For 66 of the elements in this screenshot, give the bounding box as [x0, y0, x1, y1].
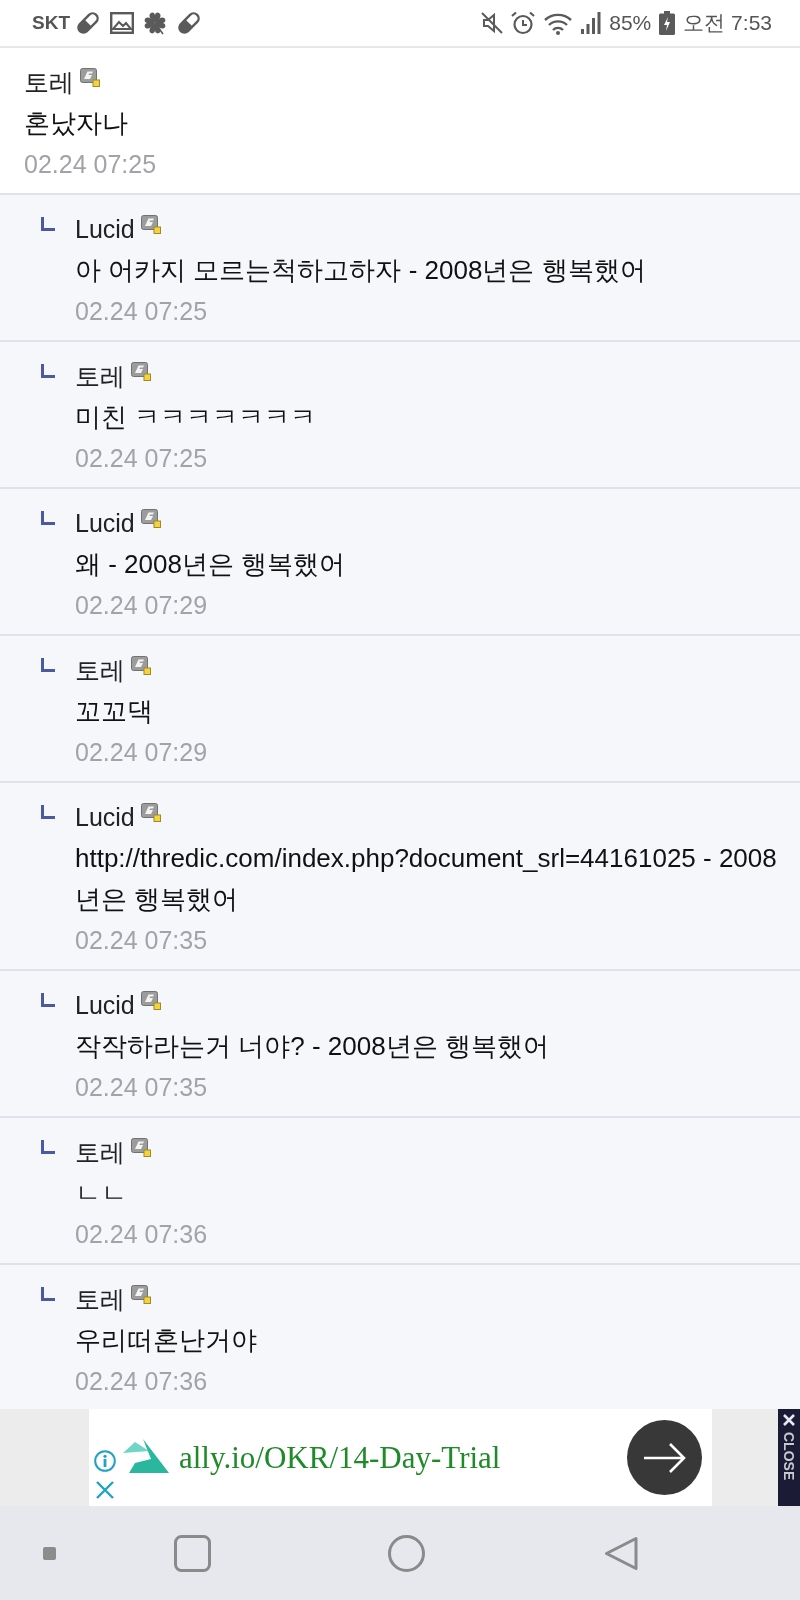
comment-text: 우리떠혼난거야 — [75, 1324, 258, 1357]
badge-icon — [140, 509, 161, 528]
comment-text: http://thredic.com/index.php?document_srl=44161025 - 2008년은 행복했어 — [75, 842, 778, 916]
carrier-name: SKT — [32, 12, 70, 34]
comment-text: 왜 - 2008년은 행복했어 — [75, 548, 347, 581]
clock: 오전 7:53 — [683, 10, 772, 36]
comment-text: 미친 ㅋㅋㅋㅋㅋㅋㅋ — [75, 401, 318, 434]
author-name: 토레 — [75, 361, 125, 392]
logo-icon — [123, 1438, 169, 1473]
comment-date: 02.24 07:29 — [75, 737, 209, 768]
back-icon[interactable] — [603, 1534, 639, 1572]
comment-text: ㄴㄴ — [75, 1177, 128, 1210]
author-name: 토레 — [75, 655, 125, 686]
arrow-icon — [643, 1442, 686, 1473]
ad-link[interactable]: ally.io/OKR/14-Day-Trial — [179, 1439, 501, 1476]
close-icon[interactable] — [95, 1480, 115, 1500]
close-icon — [783, 1414, 795, 1426]
signal-icon — [581, 12, 602, 34]
badge-icon — [131, 1138, 151, 1157]
reply-icon — [41, 805, 55, 819]
author-name: Lucid — [75, 803, 135, 832]
battery-icon — [659, 11, 676, 35]
comment-date: 02.24 07:25 — [24, 149, 158, 180]
badge-icon — [131, 362, 151, 381]
reply-icon — [41, 511, 55, 525]
wifi-icon — [543, 11, 574, 35]
reply-icon — [41, 1287, 55, 1301]
comment-date: 02.24 07:25 — [75, 443, 209, 474]
comment-date: 02.24 07:36 — [75, 1366, 209, 1397]
comment-text: 혼났자나 — [24, 107, 129, 140]
author-name: 토레 — [75, 1137, 125, 1168]
badge-icon — [80, 68, 100, 87]
reply-icon — [41, 1140, 55, 1154]
comment-date: 02.24 07:35 — [75, 925, 209, 956]
close-tab[interactable]: CLOSE — [778, 1409, 800, 1506]
author-name: 토레 — [24, 67, 74, 98]
badge-icon — [140, 215, 161, 234]
mute-icon — [481, 12, 504, 34]
comment-date: 02.24 07:29 — [75, 590, 209, 621]
badge-icon — [140, 803, 161, 822]
battery-percent: 85% — [609, 11, 652, 35]
badge-icon — [140, 991, 161, 1010]
author-name: Lucid — [75, 991, 135, 1020]
reply-icon — [41, 993, 55, 1007]
author-name: 토레 — [75, 1284, 125, 1315]
reply-icon — [41, 217, 55, 231]
comment-date: 02.24 07:35 — [75, 1072, 209, 1103]
home-icon[interactable] — [388, 1534, 425, 1572]
badge-icon — [131, 656, 151, 675]
info-icon[interactable] — [94, 1450, 116, 1472]
pill-icon — [176, 10, 202, 36]
recents-icon[interactable] — [174, 1534, 211, 1572]
pill-icon — [75, 10, 101, 36]
comment-text: 꼬꼬댁 — [75, 695, 154, 728]
author-name: Lucid — [75, 215, 135, 244]
image-icon — [110, 12, 134, 34]
comment-date: 02.24 07:25 — [75, 296, 209, 327]
reply-icon — [41, 658, 55, 672]
clover-icon — [143, 11, 167, 35]
comment-text: 작작하라는거 너야? - 2008년은 행복했어 — [75, 1030, 550, 1063]
badge-icon — [131, 1285, 151, 1304]
reply-icon — [41, 364, 55, 378]
alarm-icon — [511, 11, 536, 35]
author-name: Lucid — [75, 509, 135, 538]
comment-date: 02.24 07:36 — [75, 1219, 209, 1250]
comment-text: 아 어카지 모르는척하고하자 - 2008년은 행복했어 — [75, 254, 647, 287]
